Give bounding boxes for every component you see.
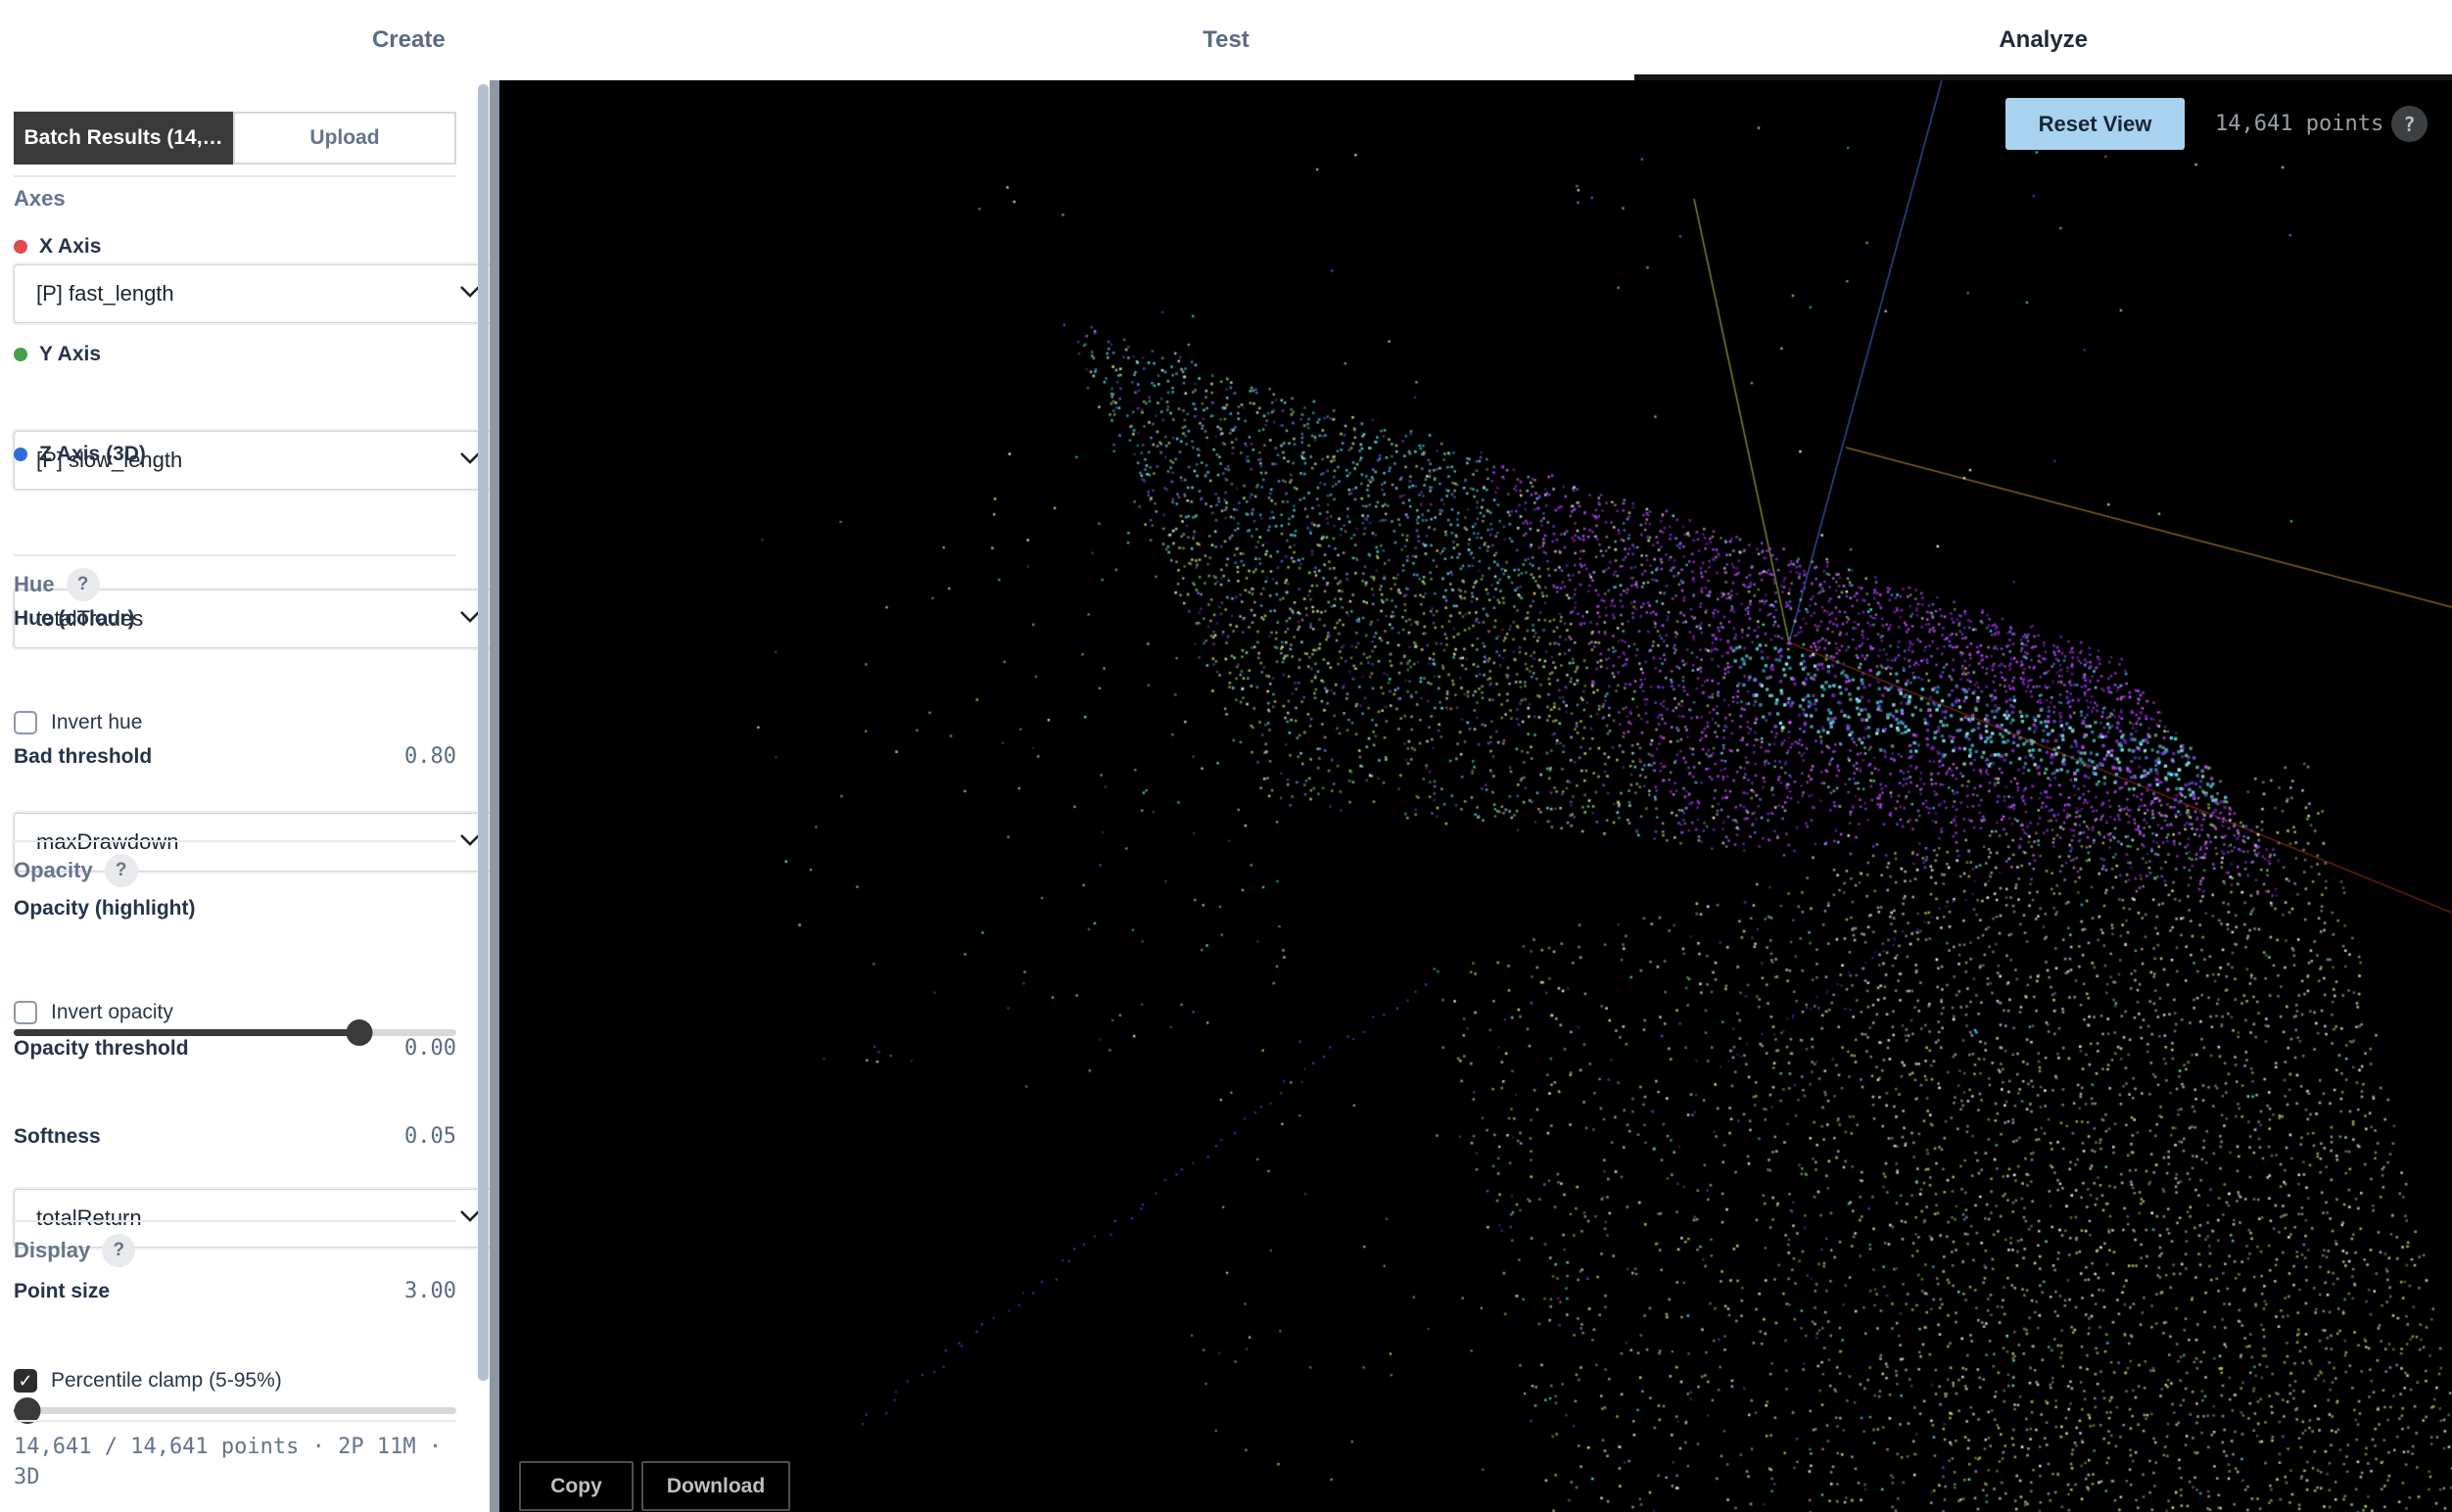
point-size-value: 3.00 (404, 1279, 456, 1303)
x-axis-dot-icon (14, 240, 27, 254)
tab-analyze[interactable]: Analyze (1634, 0, 2452, 80)
display-heading: Display ? (14, 1234, 456, 1267)
opacity-highlight-label-text: Opacity (highlight) (14, 897, 196, 920)
scatter-3d-canvas[interactable] (499, 80, 2452, 1512)
y-axis-label-text: Y Axis (39, 343, 102, 365)
x-axis-label: X Axis (14, 235, 456, 259)
divider (14, 840, 456, 842)
axes-heading: Axes (14, 186, 456, 212)
y-axis-dot-icon (14, 348, 27, 361)
app-root: Create Test Analyze Batch Results (14,… … (0, 0, 2452, 1512)
plot-help-icon[interactable]: ? (2391, 106, 2428, 142)
points-status-text: 14,641 / 14,641 points · 2P 11M · 3D (14, 1435, 443, 1489)
divider (14, 175, 456, 177)
copy-button[interactable]: Copy (519, 1461, 634, 1511)
opacity-heading-label: Opacity (14, 858, 93, 882)
hue-heading: Hue ? (14, 568, 456, 601)
x-axis-select[interactable]: [P] fast_length (14, 264, 501, 323)
x-axis-label-text: X Axis (39, 235, 102, 258)
panel-resizer[interactable] (490, 80, 499, 1512)
bad-threshold-row: Bad threshold 0.80 (14, 744, 456, 769)
invert-hue-row: Invert hue (14, 711, 456, 734)
divider (14, 1220, 456, 1222)
upload-tab[interactable]: Upload (233, 112, 456, 165)
z-axis-label: Z Axis (3D) (14, 443, 456, 466)
hue-help-icon[interactable]: ? (66, 568, 100, 601)
slider-track[interactable] (14, 1407, 456, 1414)
percentile-clamp-row: ✓ Percentile clamp (5-95%) (14, 1369, 456, 1393)
y-axis-label: Y Axis (14, 343, 456, 366)
invert-hue-label: Invert hue (51, 711, 143, 733)
percentile-clamp-checkbox[interactable]: ✓ (14, 1369, 37, 1393)
invert-opacity-label: Invert opacity (51, 1001, 173, 1023)
opacity-value: totalReturn (36, 1205, 142, 1230)
softness-row: Softness 0.05 (14, 1124, 456, 1149)
bad-threshold-label: Bad threshold (14, 744, 153, 768)
opacity-heading: Opacity ? (14, 854, 456, 887)
display-help-icon[interactable]: ? (102, 1234, 136, 1267)
softness-value: 0.05 (404, 1124, 456, 1149)
opacity-help-icon[interactable]: ? (104, 854, 138, 887)
invert-hue-checkbox[interactable] (14, 711, 37, 734)
tab-create[interactable]: Create (0, 0, 818, 80)
top-nav: Create Test Analyze (0, 0, 2452, 80)
hue-value: maxDrawdown (36, 829, 179, 854)
batch-results-tab[interactable]: Batch Results (14,… (14, 112, 233, 165)
opacity-threshold-value: 0.00 (404, 1036, 456, 1061)
z-axis-label-text: Z Axis (3D) (39, 443, 146, 465)
percentile-clamp-label: Percentile clamp (5-95%) (51, 1369, 282, 1392)
reset-view-button[interactable]: Reset View (2005, 98, 2185, 150)
opacity-threshold-row: Opacity threshold 0.00 (14, 1036, 456, 1061)
hue-heading-label: Hue (14, 572, 55, 596)
point-size-row: Point size 3.00 (14, 1279, 456, 1303)
divider (14, 1420, 456, 1422)
controls-sidebar: Batch Results (14,… Upload Axes X Axis [… (0, 80, 501, 1512)
axes-heading-label: Axes (14, 186, 66, 211)
hue-colour-label: Hue (colour) (14, 607, 456, 631)
opacity-highlight-label: Opacity (highlight) (14, 897, 456, 921)
z-axis-dot-icon (14, 448, 27, 461)
divider (14, 554, 456, 556)
invert-opacity-checkbox[interactable] (14, 1001, 37, 1024)
x-axis-value: [P] fast_length (36, 281, 174, 306)
sidebar-scrollbar[interactable] (478, 84, 489, 1381)
slider-fill (14, 1029, 359, 1036)
opacity-threshold-label: Opacity threshold (14, 1036, 189, 1060)
bad-threshold-value: 0.80 (404, 744, 456, 769)
hue-colour-label-text: Hue (colour) (14, 607, 135, 630)
points-count-label: 14,641 points (2215, 112, 2384, 136)
softness-label: Softness (14, 1124, 101, 1148)
point-size-label: Point size (14, 1279, 111, 1302)
scatter-plot-area: Reset View 14,641 points ? Copy Download (499, 80, 2452, 1512)
download-button[interactable]: Download (641, 1461, 790, 1511)
tab-test[interactable]: Test (818, 0, 1635, 80)
display-heading-label: Display (14, 1238, 91, 1262)
invert-opacity-row: Invert opacity (14, 1001, 456, 1024)
